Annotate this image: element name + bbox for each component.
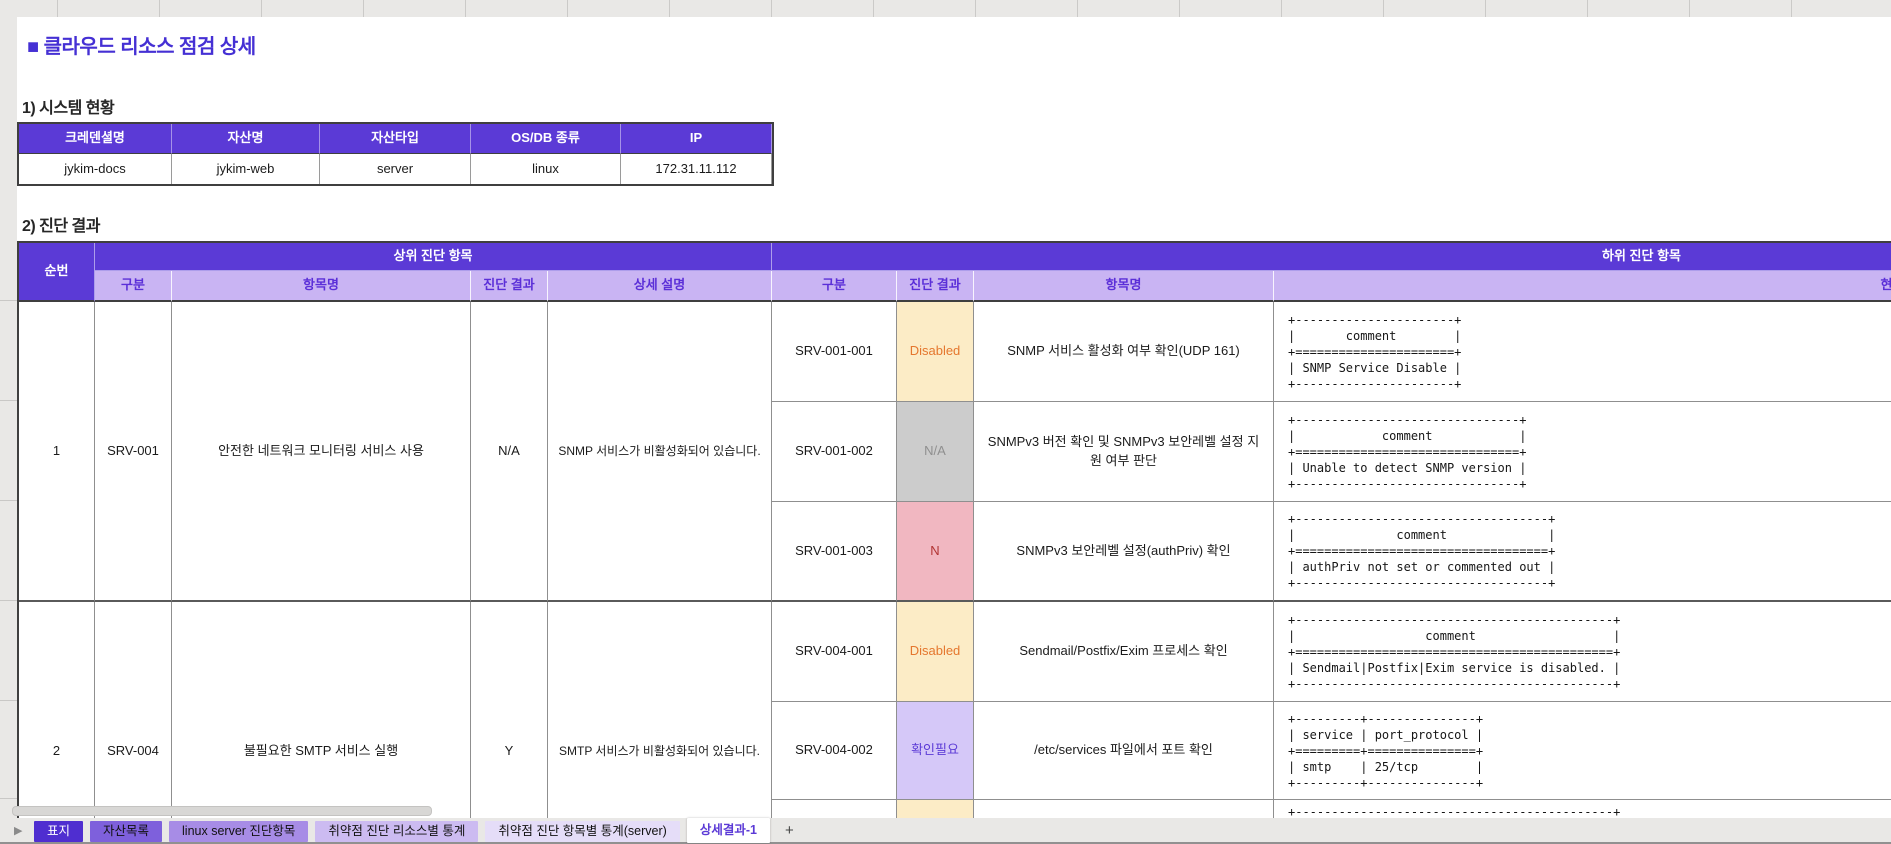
ascii-status-output: +-------------------------------+ | comm… xyxy=(1288,412,1526,492)
subitem-code[interactable]: SRV-004-002 xyxy=(772,702,897,800)
tab-detail-result-1-active[interactable]: 상세결과-1 xyxy=(687,818,770,843)
group-code[interactable]: SRV-004 xyxy=(95,602,172,820)
header-upper-group[interactable]: 상위 진단 항목 xyxy=(95,243,772,271)
subitem-item[interactable]: Sendmail/Postfix/Exim 프로세스 확인 xyxy=(974,602,1274,702)
header-credential[interactable]: 크레덴셜명 xyxy=(19,124,172,154)
group-item[interactable]: 불필요한 SMTP 서비스 실행 xyxy=(172,602,471,820)
ascii-status-output: +---------------------------------------… xyxy=(1288,612,1620,692)
subitem-code[interactable] xyxy=(772,800,897,820)
ascii-status-output: +---------+---------------+ | service | … xyxy=(1288,711,1483,791)
subitem-item[interactable]: /etc/services 파일에서 포트 확인 xyxy=(974,702,1274,800)
tab-cover[interactable]: 표지 xyxy=(34,821,83,842)
header-lower-group[interactable]: 하위 진단 항목 xyxy=(772,243,1891,271)
tab-linux-server-items[interactable]: linux server 진단항목 xyxy=(169,821,308,842)
cell-ip[interactable]: 172.31.11.112 xyxy=(621,154,772,184)
subitem-result-badge[interactable]: 확인필요 xyxy=(897,702,974,800)
subitem-item[interactable]: SNMP 서비스 활성화 여부 확인(UDP 161) xyxy=(974,302,1274,402)
header-asset-name[interactable]: 자산명 xyxy=(172,124,320,154)
diagnosis-section-heading: 2) 진단 결과 xyxy=(22,212,100,236)
subitem-item[interactable]: SNMPv3 보안레벨 설정(authPriv) 확인 xyxy=(974,502,1274,602)
header-lower-item[interactable]: 항목명 xyxy=(974,271,1274,302)
subitem-status[interactable]: +---------+---------------+ | service | … xyxy=(1274,702,1891,800)
cell-credential[interactable]: jykim-docs xyxy=(19,154,172,184)
system-info-table: 크레덴셜명 자산명 자산타입 OS/DB 종류 IP jykim-docs jy… xyxy=(17,122,774,186)
column-header-strip xyxy=(0,0,1891,17)
subitem-result-badge[interactable] xyxy=(897,800,974,820)
group-result[interactable]: N/A xyxy=(471,302,548,602)
group-detail[interactable]: SMTP 서비스가 비활성화되어 있습니다. xyxy=(548,602,772,820)
header-os-db[interactable]: OS/DB 종류 xyxy=(471,124,621,154)
header-lower-result[interactable]: 진단 결과 xyxy=(897,271,974,302)
header-upper-category[interactable]: 구분 xyxy=(95,271,172,302)
row-divider xyxy=(0,700,17,701)
subitem-status[interactable]: +----------------------+ | comment | +==… xyxy=(1274,302,1891,402)
page-title: ■ 클라우드 리소스 점검 상세 xyxy=(27,30,256,59)
subitem-item[interactable]: SNMPv3 버전 확인 및 SNMPv3 보안레벨 설정 지원 여부 판단 xyxy=(974,402,1274,502)
subitem-status[interactable]: +---------------------------------------… xyxy=(1274,800,1891,820)
subitem-result-badge[interactable]: Disabled xyxy=(897,602,974,702)
tab-vuln-stats-by-item-server[interactable]: 취약점 진단 항목별 통계(server) xyxy=(485,821,679,842)
row-divider xyxy=(0,500,17,501)
ascii-status-output: +---------------------------------------… xyxy=(1288,800,1620,820)
header-num[interactable]: 순번 xyxy=(19,243,95,302)
subitem-result-badge[interactable]: Disabled xyxy=(897,302,974,402)
subitem-code[interactable]: SRV-004-001 xyxy=(772,602,897,702)
group-item[interactable]: 안전한 네트워크 모니터링 서비스 사용 xyxy=(172,302,471,602)
add-sheet-button[interactable]: + xyxy=(777,821,802,842)
group-code[interactable]: SRV-001 xyxy=(95,302,172,602)
cell-os-db[interactable]: linux xyxy=(471,154,621,184)
subitem-item[interactable] xyxy=(974,800,1274,820)
subitem-status[interactable]: +-----------------------------------+ | … xyxy=(1274,502,1891,602)
subitem-status[interactable]: +---------------------------------------… xyxy=(1274,602,1891,702)
tab-vuln-stats-by-resource[interactable]: 취약점 진단 리소스별 통계 xyxy=(315,821,478,842)
group-num[interactable]: 2 xyxy=(19,602,95,820)
header-ip[interactable]: IP xyxy=(621,124,772,154)
sheet-nav-arrow-icon[interactable]: ▶ xyxy=(14,824,22,837)
header-upper-result[interactable]: 진단 결과 xyxy=(471,271,548,302)
sheet-tab-bar: ▶ 표지 자산목록 linux server 진단항목 취약점 진단 리소스별 … xyxy=(0,818,1891,844)
horizontal-scrollbar-thumb[interactable] xyxy=(12,806,432,816)
subitem-result-badge[interactable]: N/A xyxy=(897,402,974,502)
row-divider xyxy=(0,600,17,601)
subitem-code[interactable]: SRV-001-001 xyxy=(772,302,897,402)
header-lower-status[interactable]: 현황 xyxy=(1274,271,1891,302)
header-upper-detail[interactable]: 상세 설명 xyxy=(548,271,772,302)
header-upper-item[interactable]: 항목명 xyxy=(172,271,471,302)
tab-asset-list[interactable]: 자산목록 xyxy=(90,821,162,842)
ascii-status-output: +-----------------------------------+ | … xyxy=(1288,511,1555,591)
group-num[interactable]: 1 xyxy=(19,302,95,602)
subitem-code[interactable]: SRV-001-002 xyxy=(772,402,897,502)
row-divider xyxy=(0,798,17,799)
system-section-heading: 1) 시스템 현황 xyxy=(22,94,114,118)
cell-asset-type[interactable]: server xyxy=(320,154,471,184)
header-lower-category[interactable]: 구분 xyxy=(772,271,897,302)
group-detail[interactable]: SNMP 서비스가 비활성화되어 있습니다. xyxy=(548,302,772,602)
row-header-gutter xyxy=(0,17,17,818)
row-divider xyxy=(0,400,17,401)
subitem-code[interactable]: SRV-001-003 xyxy=(772,502,897,602)
subitem-result-badge[interactable]: N xyxy=(897,502,974,602)
row-divider xyxy=(0,300,17,301)
diagnosis-table: 순번 상위 진단 항목 하위 진단 항목 구분 항목명 진단 결과 상세 설명 … xyxy=(17,241,1891,820)
ascii-status-output: +----------------------+ | comment | +==… xyxy=(1288,312,1461,392)
sheet-tabs: 표지 자산목록 linux server 진단항목 취약점 진단 리소스별 통계… xyxy=(34,821,802,843)
subitem-status[interactable]: +-------------------------------+ | comm… xyxy=(1274,402,1891,502)
group-result[interactable]: Y xyxy=(471,602,548,820)
header-asset-type[interactable]: 자산타입 xyxy=(320,124,471,154)
cell-asset-name[interactable]: jykim-web xyxy=(172,154,320,184)
